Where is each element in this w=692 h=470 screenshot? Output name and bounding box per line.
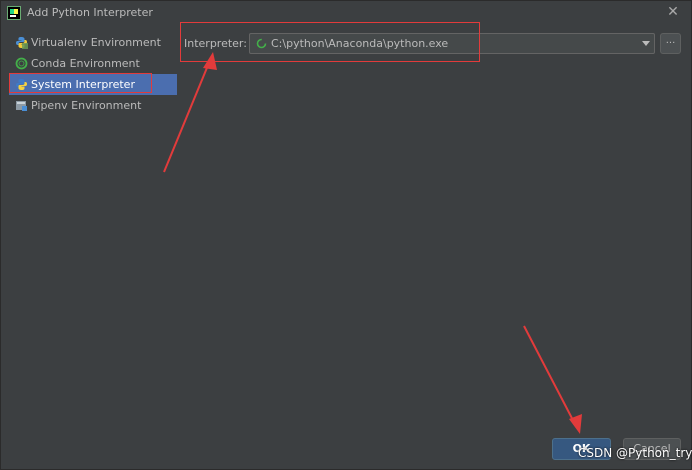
sidebar-item-pipenv[interactable]: Pipenv Environment — [9, 95, 177, 116]
title-bar: Add Python Interpreter ✕ — [1, 1, 691, 25]
conda-icon — [15, 57, 28, 70]
virtualenv-icon — [16, 37, 28, 49]
sidebar-item-label: Conda Environment — [31, 57, 140, 70]
pycharm-logo-icon — [7, 6, 21, 20]
dialog-title: Add Python Interpreter — [27, 6, 153, 19]
sidebar-item-label: Pipenv Environment — [31, 99, 142, 112]
interpreter-type-list: Virtualenv Environment Conda Environment… — [9, 32, 177, 122]
interpreter-combobox[interactable]: C:\python\Anaconda\python.exe — [249, 33, 655, 54]
sidebar-item-conda[interactable]: Conda Environment — [9, 53, 177, 74]
sidebar-item-label: Virtualenv Environment — [31, 36, 161, 49]
sidebar-item-label: System Interpreter — [31, 78, 135, 91]
python-icon — [16, 79, 27, 90]
add-python-interpreter-dialog: Add Python Interpreter ✕ Virtualenv Envi… — [0, 0, 692, 470]
loading-spinner-icon — [256, 38, 267, 49]
chevron-down-icon[interactable] — [642, 41, 650, 46]
close-button[interactable]: ✕ — [665, 4, 681, 20]
sidebar-item-virtualenv[interactable]: Virtualenv Environment — [9, 32, 177, 53]
browse-button[interactable]: ... — [660, 33, 681, 54]
watermark-text: CSDN @Python_try: — [578, 446, 692, 460]
pipenv-icon — [16, 101, 27, 111]
interpreter-path: C:\python\Anaconda\python.exe — [271, 37, 449, 50]
interpreter-label: Interpreter: — [184, 37, 247, 50]
sidebar-item-system-interpreter[interactable]: System Interpreter — [9, 74, 177, 95]
